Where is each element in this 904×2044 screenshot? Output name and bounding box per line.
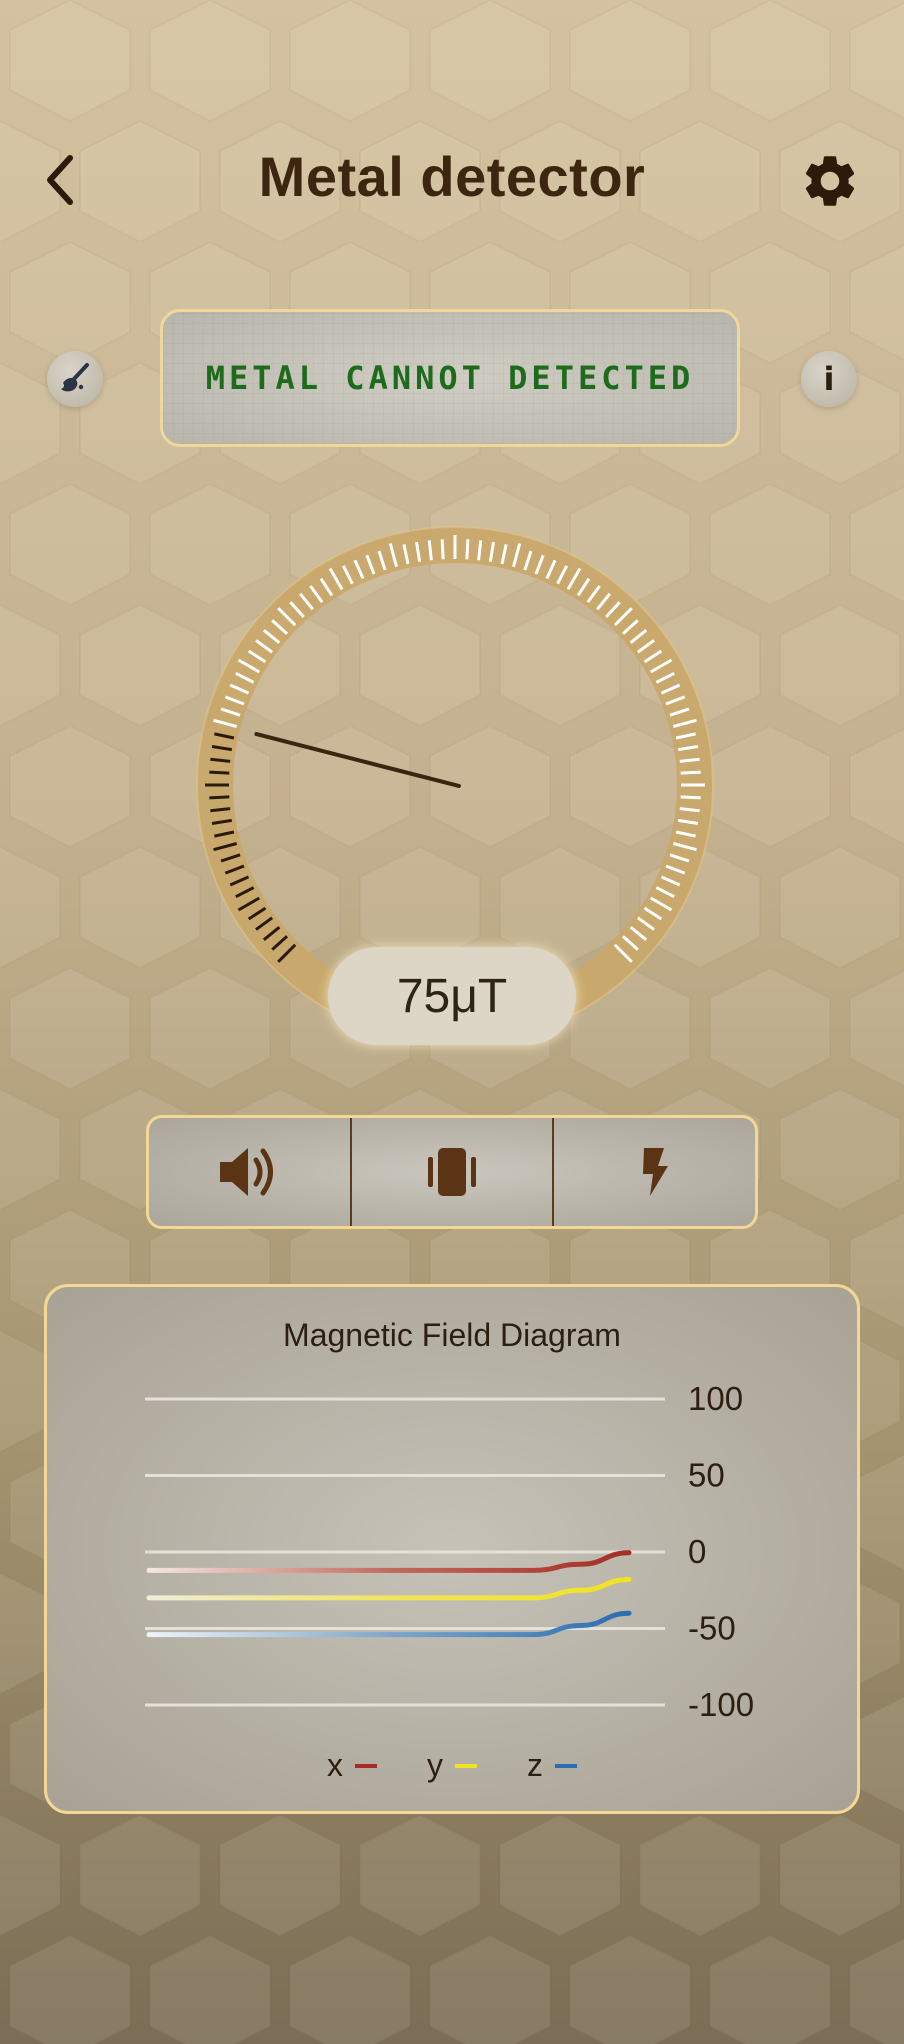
field-value-readout: 75μT <box>328 947 576 1045</box>
legend-item-x: x <box>327 1747 377 1784</box>
legend-swatch <box>455 1763 477 1768</box>
gauge-tick <box>679 807 700 813</box>
magnetic-field-chart: 100 50 0 -50 -100 <box>145 1380 754 1723</box>
flash-icon <box>642 1148 668 1196</box>
legend-item-z: z <box>527 1747 577 1784</box>
gauge-tick <box>210 807 231 813</box>
gauge-tick <box>679 757 700 763</box>
gauge-tick <box>427 540 433 561</box>
legend-swatch <box>555 1763 577 1768</box>
y-tick-label: 100 <box>688 1380 743 1417</box>
gauge-tick <box>440 539 445 560</box>
y-tick-label: -100 <box>688 1686 754 1723</box>
legend-label: y <box>427 1747 443 1783</box>
gear-icon <box>805 156 855 206</box>
detection-status-display: METAL CANNOT DETECTED <box>160 309 740 447</box>
detection-status-text: METAL CANNOT DETECTED <box>205 359 695 397</box>
brush-icon <box>61 363 89 392</box>
speaker-icon <box>220 1148 274 1196</box>
gauge-tick <box>210 757 231 763</box>
legend-item-y: y <box>427 1747 477 1784</box>
gauge-tick <box>680 795 701 800</box>
page-title: Metal detector <box>258 145 646 208</box>
info-button[interactable]: i <box>801 351 857 407</box>
info-icon: i <box>823 360 835 398</box>
gauge-tick <box>465 539 470 560</box>
chart-legend: x y z <box>47 1747 857 1784</box>
gauge-needle <box>254 732 461 788</box>
app-header: Metal detector <box>0 130 904 230</box>
flash-toggle[interactable] <box>552 1118 755 1226</box>
sound-toggle[interactable] <box>149 1118 350 1226</box>
y-tick-label: 0 <box>688 1533 706 1570</box>
settings-button[interactable] <box>795 146 865 216</box>
gauge-tick <box>477 540 483 561</box>
series-line-x <box>146 1550 632 1573</box>
vibration-toggle[interactable] <box>349 1118 553 1226</box>
gauge-tick <box>209 770 230 775</box>
magnetic-field-diagram-panel: Magnetic Field Diagram 100 50 0 -50 -100 xyz <box>44 1284 860 1814</box>
y-tick-label: 50 <box>688 1457 725 1494</box>
clean-button[interactable] <box>47 351 103 407</box>
alert-toggle-bar <box>146 1115 758 1229</box>
legend-swatch <box>355 1763 377 1768</box>
legend-label: z <box>527 1747 543 1783</box>
vibrate-icon <box>428 1148 476 1196</box>
legend-label: x <box>327 1747 343 1783</box>
gauge-tick <box>680 770 701 775</box>
y-tick-label: -50 <box>688 1610 736 1647</box>
series-line-y <box>146 1577 632 1601</box>
gauge-tick <box>209 795 230 800</box>
series-line-z <box>146 1610 632 1638</box>
